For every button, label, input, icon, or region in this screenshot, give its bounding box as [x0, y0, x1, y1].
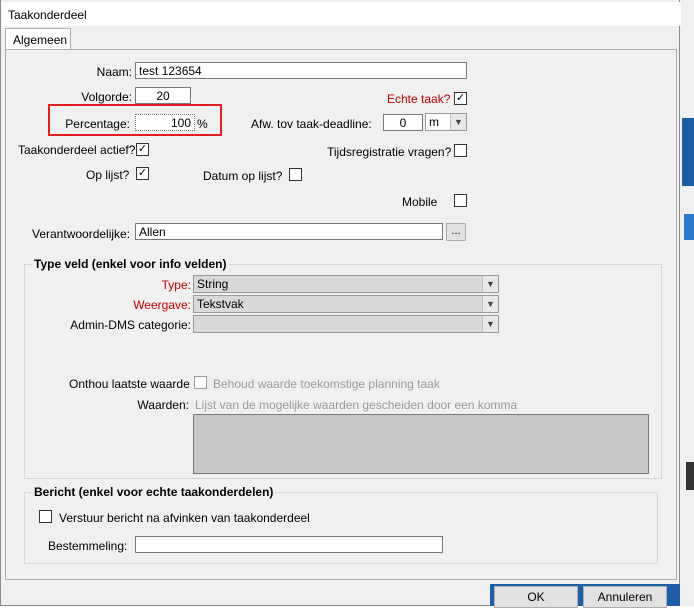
percentage-label: Percentage:: [65, 117, 130, 131]
volgorde-input[interactable]: 20: [135, 87, 191, 104]
echte-taak-checkbox[interactable]: ✓: [454, 92, 467, 105]
afw-deadline-input[interactable]: 0: [383, 114, 423, 131]
datum-op-lijst-label: Datum op lijst?: [203, 169, 283, 183]
waarden-label: Waarden:: [137, 398, 189, 412]
weergave-value: Tekstvak: [197, 297, 244, 311]
actief-checkbox[interactable]: ✓: [136, 143, 149, 156]
verantwoordelijke-label: Verantwoordelijke:: [32, 227, 131, 241]
waarden-textarea[interactable]: [193, 414, 649, 474]
op-lijst-checkbox[interactable]: ✓: [136, 167, 149, 180]
verantwoordelijke-input[interactable]: Allen: [135, 223, 443, 240]
tijdsregistratie-label: Tijdsregistratie vragen?: [327, 145, 452, 159]
onthou-checkbox[interactable]: [194, 376, 207, 389]
chevron-down-icon: ▼: [482, 276, 498, 292]
type-select[interactable]: String ▼: [193, 275, 499, 293]
verstuur-bericht-label: Verstuur bericht na afvinken van taakond…: [59, 511, 310, 525]
tab-algemeen[interactable]: Algemeen: [5, 28, 71, 50]
percentage-input[interactable]: 100: [135, 114, 195, 131]
naam-input[interactable]: test 123654: [135, 62, 467, 79]
verstuur-bericht-checkbox[interactable]: [39, 510, 52, 523]
type-label: Type:: [161, 278, 191, 292]
mobile-label: Mobile: [402, 195, 438, 209]
datum-op-lijst-checkbox[interactable]: [289, 168, 302, 181]
ok-button[interactable]: OK: [494, 586, 578, 608]
weergave-select[interactable]: Tekstvak ▼: [193, 295, 499, 313]
admin-dms-label: Admin-DMS categorie:: [70, 318, 191, 332]
bestemmeling-label: Bestemmeling:: [48, 539, 128, 553]
background-app-tile: [686, 462, 694, 490]
weergave-label: Weergave:: [133, 298, 191, 312]
op-lijst-label: Op lijst?: [86, 168, 130, 182]
waarden-hint: Lijst van de mogelijke waarden gescheide…: [195, 398, 518, 412]
chevron-down-icon: ▼: [482, 296, 498, 312]
background-app: [680, 0, 694, 606]
dialog-window: Taakonderdeel Algemeen Naam: test 123654…: [0, 0, 681, 606]
admin-dms-select[interactable]: ▼: [193, 315, 499, 333]
naam-label: Naam:: [96, 65, 132, 79]
mobile-checkbox[interactable]: [454, 194, 467, 207]
tijdsregistratie-checkbox[interactable]: [454, 144, 467, 157]
afw-unit-select[interactable]: m ▼: [425, 113, 467, 131]
chevron-down-icon: ▼: [482, 316, 498, 332]
bericht-group: [24, 492, 658, 564]
dialog-titlebar: Taakonderdeel: [1, 2, 681, 26]
cancel-button[interactable]: Annuleren: [583, 586, 667, 608]
type-value: String: [197, 277, 229, 291]
bericht-group-title: Bericht (enkel voor echte taakonderdelen…: [32, 485, 276, 499]
onthou-checkbox-label: Behoud waarde toekomstige planning taak: [213, 377, 440, 391]
onthou-label: Onthou laatste waarde: [69, 377, 190, 391]
percentage-unit: %: [197, 117, 208, 131]
afw-deadline-label: Afw. tov taak-deadline:: [251, 117, 372, 131]
type-veld-group-title: Type veld (enkel voor info velden): [32, 257, 229, 271]
echte-taak-label: Echte taak?: [387, 92, 451, 106]
afw-unit-value: m: [429, 115, 439, 129]
tab-panel-algemeen: Naam: test 123654 Volgorde: 20 Echte taa…: [5, 49, 677, 580]
background-app-tile: [684, 214, 694, 240]
actief-label: Taakonderdeel actief?: [18, 143, 136, 157]
bestemmeling-input[interactable]: [135, 536, 443, 553]
background-app-tile: [682, 118, 694, 186]
dialog-title: Taakonderdeel: [8, 8, 87, 22]
volgorde-label: Volgorde:: [81, 90, 132, 104]
verantwoordelijke-browse-button[interactable]: ...: [446, 223, 466, 241]
chevron-down-icon: ▼: [450, 114, 466, 130]
